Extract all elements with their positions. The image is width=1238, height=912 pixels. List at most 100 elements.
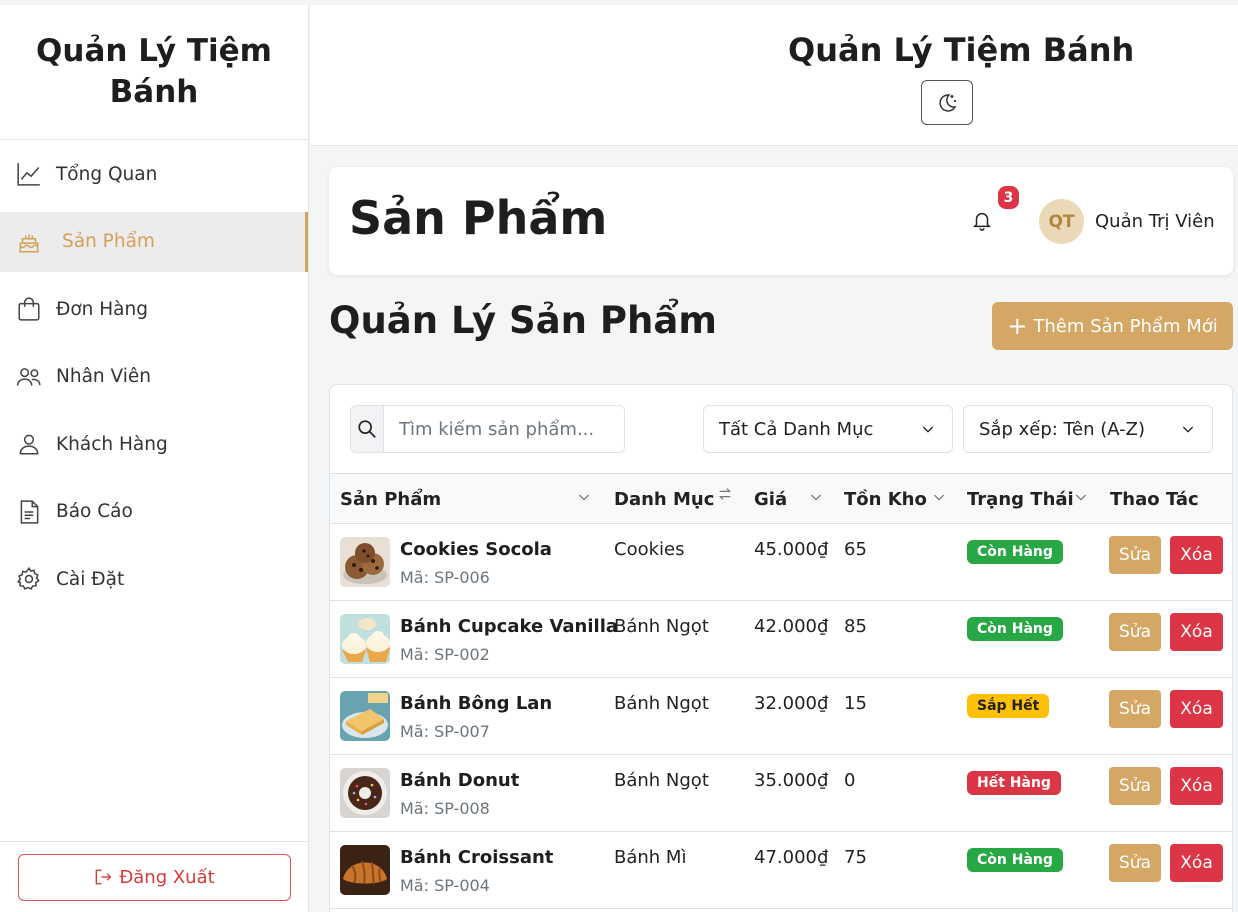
product-thumbnail (340, 691, 390, 741)
column-header-price[interactable]: Giá (754, 474, 787, 525)
sidebar-item-reports[interactable]: Báo Cáo (0, 482, 308, 542)
theme-toggle-button[interactable] (921, 80, 973, 125)
edit-button[interactable]: Sửa (1109, 767, 1161, 805)
chevron-down-icon (931, 489, 947, 505)
sidebar-item-customers[interactable]: Khách Hàng (0, 414, 308, 474)
sidebar-item-overview[interactable]: Tổng Quan (0, 144, 308, 204)
column-header-category[interactable]: Danh Mục (614, 474, 714, 525)
sidebar-item-label: Sản Phẩm (62, 231, 155, 252)
product-stock: 75 (844, 847, 867, 868)
column-header-status[interactable]: Trạng Thái (967, 474, 1074, 525)
moon-stars-icon (939, 93, 957, 112)
product-category: Bánh Ngọt (614, 616, 709, 637)
shopping-bag-icon (16, 296, 42, 322)
delete-button[interactable]: Xóa (1170, 767, 1223, 805)
sidebar-item-orders[interactable]: Đơn Hàng (0, 279, 308, 339)
product-thumbnail (340, 768, 390, 818)
sidebar-item-label: Khách Hàng (56, 433, 168, 455)
product-name: Bánh Donut (400, 770, 520, 791)
section-title: Quản Lý Sản Phẩm (329, 299, 717, 342)
gear-icon (16, 566, 42, 592)
edit-button[interactable]: Sửa (1109, 613, 1161, 651)
product-name: Bánh Cupcake Vanilla (400, 616, 619, 637)
product-price: 47.000₫ (754, 847, 829, 868)
product-category: Bánh Ngọt (614, 770, 709, 791)
product-thumbnail (340, 614, 390, 664)
product-table-card: Tất Cả Danh Mục Sắp xếp: Tên (A-Z) Sản P… (329, 384, 1233, 912)
delete-button[interactable]: Xóa (1170, 613, 1223, 651)
status-badge: Hết Hàng (967, 771, 1061, 795)
notification-button[interactable] (971, 209, 995, 233)
sidebar-item-settings[interactable]: Cài Đặt (0, 549, 308, 609)
sidebar-brand: Quản Lý Tiệm Bánh (0, 5, 308, 140)
delete-button[interactable]: Xóa (1170, 690, 1223, 728)
product-code: Mã: SP-007 (400, 722, 490, 741)
column-header-label: Thao Tác (1110, 489, 1199, 510)
product-code: Mã: SP-004 (400, 876, 490, 895)
edit-button[interactable]: Sửa (1109, 844, 1161, 882)
file-text-icon (16, 499, 42, 525)
sidebar-footer: Đăng Xuất (0, 841, 308, 912)
plus-icon: + (1007, 312, 1028, 340)
people-icon (16, 364, 42, 390)
column-header-label: Giá (754, 489, 788, 510)
notification-badge: 3 (998, 186, 1019, 209)
status-badge: Sắp Hết (967, 694, 1050, 718)
chevron-down-icon (1073, 489, 1089, 505)
logout-button[interactable]: Đăng Xuất (17, 853, 291, 901)
sidebar-item-products[interactable]: Sản Phẩm (0, 211, 308, 272)
sidebar-item-label: Đơn Hàng (56, 298, 148, 320)
logout-label: Đăng Xuất (119, 866, 215, 888)
product-stock: 0 (844, 770, 856, 791)
sidebar-item-label: Tổng Quan (56, 163, 158, 185)
delete-button[interactable]: Xóa (1170, 536, 1223, 574)
swap-arrows-icon (717, 486, 733, 502)
column-header-actions: Thao Tác (1110, 474, 1199, 525)
search-input[interactable] (384, 406, 624, 452)
sidebar-item-staff[interactable]: Nhân Viên (0, 347, 308, 407)
table-row: Bánh Cupcake Vanilla Mã: SP-002 Bánh Ngọ… (330, 601, 1232, 678)
product-category: Bánh Mì (614, 847, 687, 868)
category-filter-value: Tất Cả Danh Mục (719, 418, 874, 440)
product-thumbnail (340, 845, 390, 895)
status-badge: Còn Hàng (967, 617, 1063, 641)
product-category: Cookies (614, 539, 685, 560)
column-header-label: Tồn Kho (844, 489, 927, 510)
product-stock: 85 (844, 616, 867, 637)
search-group (350, 405, 625, 453)
sort-select[interactable]: Sắp xếp: Tên (A-Z) (963, 405, 1213, 453)
product-code: Mã: SP-002 (400, 645, 490, 664)
table-row: Bánh Donut Mã: SP-008 Bánh Ngọt 35.000₫ … (330, 755, 1232, 832)
chevron-down-icon (922, 426, 934, 433)
chevron-down-icon (808, 489, 824, 505)
edit-button[interactable]: Sửa (1109, 690, 1161, 728)
table-row: Bánh Bông Lan Mã: SP-007 Bánh Ngọt 32.00… (330, 678, 1232, 755)
avatar[interactable]: QT (1039, 199, 1084, 244)
product-price: 32.000₫ (754, 693, 829, 714)
page-title: Sản Phẩm (349, 191, 608, 245)
app-title: Quản Lý Tiệm Bánh (788, 31, 1135, 69)
status-badge: Còn Hàng (967, 540, 1063, 564)
chart-line-icon (16, 161, 42, 187)
column-header-stock[interactable]: Tồn Kho (844, 474, 927, 525)
user-name[interactable]: Quản Trị Viên (1095, 211, 1215, 232)
sidebar-nav: Tổng Quan Sản Phẩm Đơn Hàng Nhân Viên Kh… (0, 140, 308, 609)
sidebar-item-label: Báo Cáo (56, 501, 133, 522)
search-icon (351, 406, 384, 452)
sidebar: Quản Lý Tiệm Bánh Tổng Quan Sản Phẩm Đơn… (0, 5, 309, 912)
product-price: 42.000₫ (754, 616, 829, 637)
delete-button[interactable]: Xóa (1170, 844, 1223, 882)
add-product-label: Thêm Sản Phẩm Mới (1033, 315, 1218, 337)
table-row: Bánh Croissant Mã: SP-004 Bánh Mì 47.000… (330, 832, 1232, 909)
product-stock: 15 (844, 693, 867, 714)
product-thumbnail (340, 537, 390, 587)
product-name: Cookies Socola (400, 539, 552, 560)
add-product-button[interactable]: + Thêm Sản Phẩm Mới (992, 302, 1233, 350)
category-filter-select[interactable]: Tất Cả Danh Mục (703, 405, 953, 453)
chevron-down-icon (576, 489, 592, 505)
cake-icon (16, 229, 42, 255)
product-stock: 65 (844, 539, 867, 560)
edit-button[interactable]: Sửa (1109, 536, 1161, 574)
column-header-product[interactable]: Sản Phẩm (340, 474, 441, 525)
product-name: Bánh Croissant (400, 847, 554, 868)
